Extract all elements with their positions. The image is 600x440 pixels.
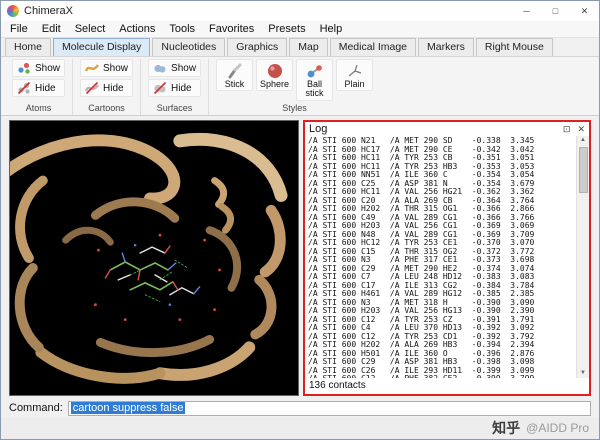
hide-surfaces-button[interactable]: Hide	[148, 79, 201, 97]
close-panel-icon[interactable]: ✕	[577, 124, 585, 135]
show-surfaces-label: Show	[171, 63, 196, 74]
hide-cartoons-label: Hide	[103, 83, 124, 94]
tab-right-mouse[interactable]: Right Mouse	[476, 38, 553, 56]
chimerax-app-icon	[7, 5, 19, 17]
molecule-display-toolbar: Show Hide Atoms Show	[1, 57, 599, 116]
molecule-render	[10, 121, 299, 396]
plain-style-label: Plain	[345, 80, 365, 89]
hide-atoms-button[interactable]: Hide	[12, 79, 65, 97]
plain-style-button[interactable]: Plain	[336, 59, 373, 91]
menu-favorites[interactable]: Favorites	[202, 23, 261, 35]
titlebar: ChimeraX ─ □ ✕	[1, 1, 599, 21]
menu-edit[interactable]: Edit	[35, 23, 68, 35]
ball-stick-style-label: Ball stick	[298, 80, 331, 99]
hide-atoms-label: Hide	[35, 83, 56, 94]
hide-atoms-icon	[17, 81, 31, 95]
toolbar-group-cartoons-label: Cartoons	[88, 101, 125, 115]
command-input[interactable]: cartoon suppress false	[68, 401, 591, 416]
hide-surfaces-icon	[153, 81, 167, 95]
log-panel: Log ⊡ ✕ /A STI 600 N21 /A MET 290 SD -0.…	[303, 120, 591, 396]
command-label: Command:	[9, 402, 63, 414]
toolbar-group-surfaces-label: Surfaces	[157, 101, 193, 115]
menu-file[interactable]: File	[3, 23, 35, 35]
toolbar-group-atoms-label: Atoms	[26, 101, 52, 115]
hide-surfaces-label: Hide	[171, 83, 192, 94]
tab-home[interactable]: Home	[5, 38, 51, 56]
window-controls: ─ □ ✕	[512, 1, 599, 21]
window-title: ChimeraX	[24, 5, 73, 17]
tab-molecule-display[interactable]: Molecule Display	[53, 38, 150, 56]
toolbar-group-styles: Stick Sphere Ball stick	[208, 59, 380, 115]
show-atoms-button[interactable]: Show	[12, 59, 65, 77]
tab-graphics[interactable]: Graphics	[227, 38, 287, 56]
show-surfaces-button[interactable]: Show	[148, 59, 201, 77]
viewport-3d[interactable]	[9, 120, 299, 396]
tab-medical-image[interactable]: Medical Image	[330, 38, 416, 56]
scroll-up-icon[interactable]: ▲	[580, 136, 586, 145]
toolbar-group-atoms: Show Hide Atoms	[5, 59, 72, 115]
chimerax-window: ChimeraX ─ □ ✕ File Edit Select Actions …	[0, 0, 600, 440]
tab-markers[interactable]: Markers	[418, 38, 474, 56]
stick-style-button[interactable]: Stick	[216, 59, 253, 91]
log-panel-title: Log	[309, 123, 327, 135]
main-content: Log ⊡ ✕ /A STI 600 N21 /A MET 290 SD -0.…	[1, 116, 599, 399]
menu-help[interactable]: Help	[313, 23, 350, 35]
menu-actions[interactable]: Actions	[112, 23, 162, 35]
watermark-brand: 知乎	[492, 418, 520, 438]
command-selected-text[interactable]: cartoon suppress false	[71, 402, 186, 414]
contacts-count: 136 contacts	[305, 378, 589, 394]
menubar: File Edit Select Actions Tools Favorites…	[1, 21, 599, 38]
show-cartoons-button[interactable]: Show	[80, 59, 133, 77]
tab-map[interactable]: Map	[289, 38, 327, 56]
stick-style-label: Stick	[225, 80, 245, 89]
stick-icon	[226, 62, 244, 80]
maximize-button[interactable]: □	[541, 1, 570, 21]
watermark-handle: @AIDD Pro	[526, 421, 589, 435]
close-button[interactable]: ✕	[570, 1, 599, 21]
sphere-style-button[interactable]: Sphere	[256, 59, 293, 91]
scroll-down-icon[interactable]: ▼	[580, 369, 586, 378]
toolbar-tabbar: Home Molecule Display Nucleotides Graphi…	[1, 38, 599, 57]
undock-panel-icon[interactable]: ⊡	[563, 124, 571, 135]
menu-select[interactable]: Select	[68, 23, 113, 35]
tab-nucleotides[interactable]: Nucleotides	[152, 38, 225, 56]
log-panel-header: Log ⊡ ✕	[305, 122, 589, 136]
menu-presets[interactable]: Presets	[261, 23, 312, 35]
plain-icon	[346, 62, 364, 80]
sphere-style-label: Sphere	[260, 80, 289, 89]
show-atoms-label: Show	[35, 63, 60, 74]
toolbar-group-styles-label: Styles	[282, 101, 307, 115]
toolbar-group-surfaces: Show Hide Surfaces	[140, 59, 208, 115]
show-surfaces-icon	[153, 61, 167, 75]
sphere-icon	[266, 62, 284, 80]
scrollbar-thumb[interactable]	[579, 147, 588, 193]
ball-stick-icon	[306, 62, 324, 80]
ball-stick-style-button[interactable]: Ball stick	[296, 59, 333, 101]
show-cartoons-icon	[85, 61, 99, 75]
status-strip: 知乎 @AIDD Pro	[1, 417, 599, 439]
menu-tools[interactable]: Tools	[162, 23, 202, 35]
hide-cartoons-icon	[85, 81, 99, 95]
minimize-button[interactable]: ─	[512, 1, 541, 21]
log-lines: /A STI 600 N21 /A MET 290 SD -0.338 3.34…	[305, 136, 576, 378]
log-scrollbar[interactable]: ▲ ▼	[576, 136, 589, 378]
hide-cartoons-button[interactable]: Hide	[80, 79, 133, 97]
toolbar-group-cartoons: Show Hide Cartoons	[72, 59, 140, 115]
show-atoms-icon	[17, 61, 31, 75]
command-bar: Command: cartoon suppress false	[1, 399, 599, 417]
show-cartoons-label: Show	[103, 63, 128, 74]
log-body: /A STI 600 N21 /A MET 290 SD -0.338 3.34…	[305, 136, 589, 378]
